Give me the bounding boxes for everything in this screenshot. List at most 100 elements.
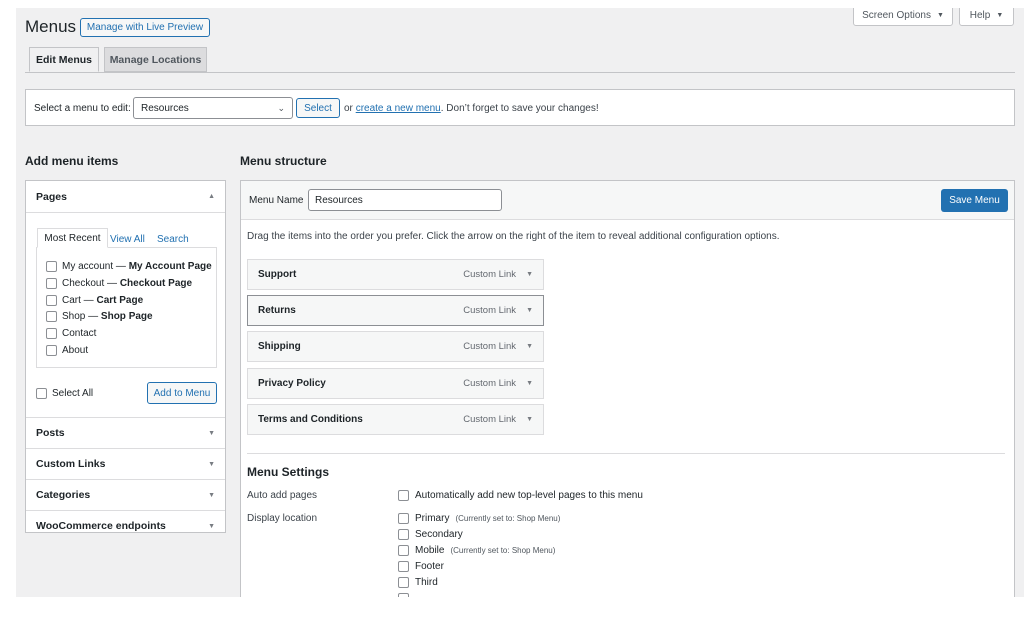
- section-title: WooCommerce endpoints: [36, 520, 166, 532]
- auto-add-label: Auto add pages: [247, 490, 318, 501]
- list-item[interactable]: Contact: [46, 328, 212, 340]
- menu-select-value: Resources: [141, 102, 189, 114]
- caret-down-icon: ▼: [208, 491, 215, 499]
- page-label: Checkout — Checkout Page: [62, 278, 192, 289]
- pages-section-title: Pages: [36, 190, 67, 203]
- menu-item-terms-and-conditions[interactable]: Terms and Conditions Custom Link ▼: [247, 404, 544, 435]
- location-secondary[interactable]: Secondary: [398, 529, 463, 540]
- pages-checklist: My account — My Account Page Checkout — …: [36, 247, 217, 368]
- create-new-menu-link[interactable]: create a new menu: [356, 103, 441, 114]
- list-item[interactable]: Cart — Cart Page: [46, 294, 212, 306]
- location-primary[interactable]: Primary (Currently set to: Shop Menu): [398, 513, 560, 524]
- menu-item-support[interactable]: Support Custom Link ▼: [247, 259, 544, 290]
- select-menu-button[interactable]: Select: [296, 98, 340, 118]
- page-desc: My Account Page: [128, 261, 212, 272]
- pages-section-header[interactable]: Pages ▲: [26, 181, 225, 213]
- page-label: Cart — Cart Page: [62, 295, 143, 306]
- select-all-control[interactable]: Select All: [36, 388, 93, 399]
- menu-item-privacy-policy[interactable]: Privacy Policy Custom Link ▼: [247, 368, 544, 399]
- menu-name-input[interactable]: Resources: [308, 189, 502, 211]
- caret-down-icon: ▼: [208, 460, 215, 468]
- page-label: Shop — Shop Page: [62, 311, 153, 322]
- section-title: Posts: [36, 427, 65, 439]
- page-name: Checkout: [62, 277, 105, 289]
- screen-options-button[interactable]: Screen Options ▼: [853, 8, 953, 26]
- list-item[interactable]: My account — My Account Page: [46, 261, 212, 272]
- checkbox[interactable]: [46, 261, 57, 272]
- checkbox[interactable]: [46, 311, 57, 323]
- menu-item-title: Terms and Conditions: [258, 414, 363, 425]
- location-footer[interactable]: Footer: [398, 561, 444, 572]
- page-desc: Checkout Page: [119, 277, 193, 289]
- page-name: Contact: [62, 328, 97, 340]
- tabs-baseline: [25, 72, 1015, 73]
- live-preview-button[interactable]: Manage with Live Preview: [80, 18, 210, 37]
- checkbox[interactable]: [398, 529, 409, 540]
- select-all-checkbox[interactable]: [36, 388, 47, 399]
- menu-name-label: Menu Name: [249, 195, 304, 206]
- checkbox[interactable]: [398, 545, 409, 556]
- select-menu-bar: Select a menu to edit: Resources ⌄ Selec…: [25, 89, 1015, 126]
- posts-section-header[interactable]: Posts ▼: [26, 417, 225, 448]
- select-all-label: Select All: [52, 388, 94, 399]
- location-note: (Currently set to: Shop Menu): [450, 546, 556, 555]
- subtab-search[interactable]: Search: [157, 234, 189, 245]
- chevron-down-icon: ⌄: [277, 102, 285, 113]
- location-mobile[interactable]: Mobile (Currently set to: Shop Menu): [398, 545, 555, 556]
- caret-down-icon[interactable]: ▼: [526, 307, 533, 314]
- menu-item-type: Custom Link: [463, 378, 517, 389]
- help-button[interactable]: Help ▼: [959, 8, 1014, 26]
- page-title: Menus: [25, 17, 77, 36]
- caret-down-icon: ▼: [937, 11, 944, 19]
- auto-add-checkbox[interactable]: [398, 490, 409, 501]
- tab-manage-locations[interactable]: Manage Locations: [104, 47, 207, 72]
- location-cut-off[interactable]: [398, 593, 409, 597]
- tab-edit-menus[interactable]: Edit Menus: [29, 47, 99, 72]
- display-location-label: Display location: [247, 513, 318, 524]
- menu-item-shipping[interactable]: Shipping Custom Link ▼: [247, 331, 544, 362]
- location-third[interactable]: Third: [398, 577, 438, 588]
- select-menu-prompt: Select a menu to edit:: [34, 103, 131, 114]
- checkbox[interactable]: [398, 561, 409, 572]
- page-name: Shop: [62, 311, 86, 323]
- caret-down-icon[interactable]: ▼: [526, 271, 533, 278]
- auto-add-option[interactable]: Automatically add new top-level pages to…: [398, 490, 643, 501]
- save-menu-button[interactable]: Save Menu: [941, 189, 1008, 212]
- checkbox[interactable]: [46, 328, 57, 340]
- menu-item-type: Custom Link: [463, 305, 517, 316]
- subtab-most-recent[interactable]: Most Recent: [37, 228, 108, 248]
- checkbox[interactable]: [46, 344, 57, 356]
- menu-settings-heading: Menu Settings: [247, 465, 330, 479]
- woocommerce-endpoints-section-header[interactable]: WooCommerce endpoints ▼: [26, 510, 225, 541]
- add-to-menu-button[interactable]: Add to Menu: [147, 382, 217, 404]
- list-item[interactable]: Shop — Shop Page: [46, 311, 212, 323]
- subtab-view-all[interactable]: View All: [110, 234, 145, 245]
- caret-down-icon[interactable]: ▼: [526, 416, 533, 423]
- page-name: About: [62, 344, 89, 356]
- caret-down-icon[interactable]: ▼: [526, 380, 533, 387]
- caret-down-icon: ▼: [996, 11, 1004, 19]
- list-item[interactable]: Checkout — Checkout Page: [46, 277, 212, 289]
- list-item[interactable]: About: [46, 344, 212, 356]
- page-sep: —: [104, 277, 120, 289]
- add-items-accordion: Pages ▲ Most Recent View All Search My a…: [25, 180, 226, 533]
- checkbox[interactable]: [46, 277, 57, 289]
- page-sep: —: [80, 294, 97, 306]
- checkbox[interactable]: [398, 513, 409, 524]
- screen-options-label: Screen Options: [862, 9, 931, 21]
- location-name: Mobile: [415, 545, 445, 556]
- location-name: Footer: [415, 561, 444, 572]
- menu-item-type: Custom Link: [463, 269, 517, 280]
- menu-select-dropdown[interactable]: Resources ⌄: [133, 97, 293, 119]
- menu-item-returns[interactable]: Returns Custom Link ▼: [247, 295, 544, 326]
- custom-links-section-header[interactable]: Custom Links ▼: [26, 448, 225, 479]
- caret-down-icon: ▼: [208, 522, 215, 530]
- checkbox[interactable]: [46, 294, 57, 306]
- save-reminder-text: . Don’t forget to save your changes!: [440, 103, 599, 114]
- checkbox[interactable]: [398, 577, 409, 588]
- location-name: Secondary: [415, 529, 463, 540]
- categories-section-header[interactable]: Categories ▼: [26, 479, 225, 510]
- caret-down-icon[interactable]: ▼: [526, 343, 533, 350]
- checkbox[interactable]: [398, 593, 409, 597]
- menu-item-type: Custom Link: [463, 414, 517, 425]
